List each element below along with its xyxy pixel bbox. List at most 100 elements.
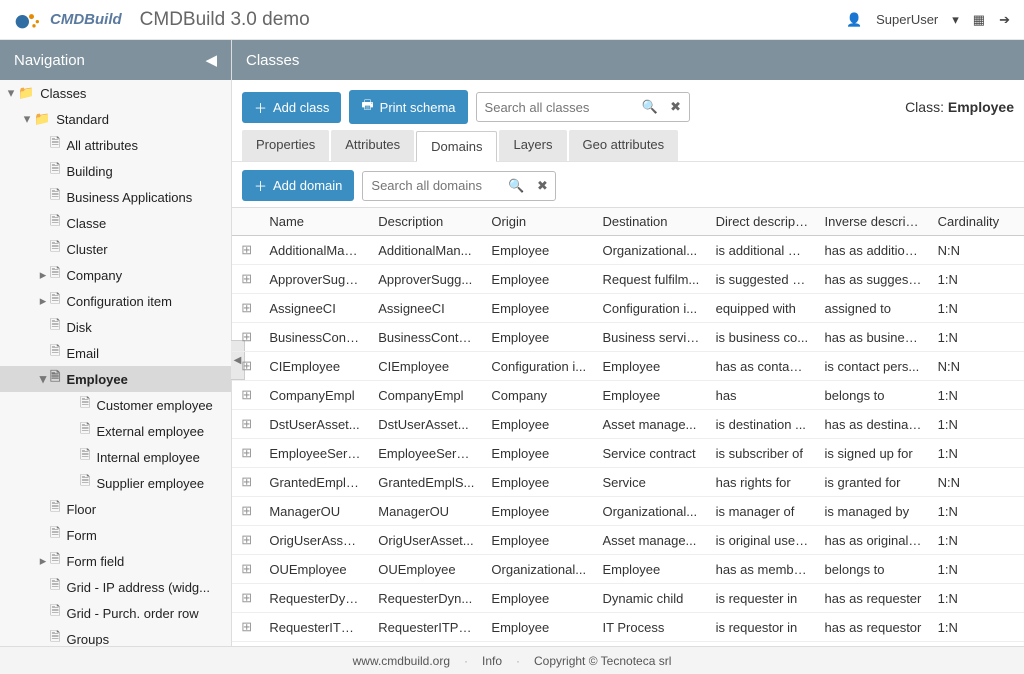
file-icon: 🗎 (80, 472, 90, 494)
clear-search-icon[interactable]: ✖ (663, 99, 689, 115)
footer-site-link[interactable]: www.cmdbuild.org (353, 654, 450, 668)
tree-toggle-icon[interactable]: ▸ (36, 553, 50, 569)
nav-tree-item[interactable]: 🗎Floor (0, 496, 231, 522)
footer-info-link[interactable]: Info (482, 654, 502, 668)
expand-row-icon[interactable]: ⊞ (232, 294, 261, 323)
table-row[interactable]: ⊞AssigneeCIAssigneeCIEmployeeConfigurati… (232, 294, 1024, 323)
column-header[interactable]: Description (370, 208, 483, 236)
grid-apps-icon[interactable]: ▦ (973, 12, 985, 28)
footer-copyright: Copyright © Tecnoteca srl (534, 654, 671, 668)
tab-layers[interactable]: Layers (499, 130, 566, 161)
logout-icon[interactable]: ➔ (999, 12, 1010, 28)
table-cell: Request fulfilm... (594, 265, 707, 294)
nav-tree-item[interactable]: 🗎Internal employee (0, 444, 231, 470)
expand-row-icon[interactable]: ⊞ (232, 555, 261, 584)
user-icon[interactable]: 👤 (846, 12, 862, 28)
column-header[interactable]: Origin (483, 208, 594, 236)
expand-row-icon[interactable]: ⊞ (232, 613, 261, 642)
expand-row-icon[interactable]: ⊞ (232, 526, 261, 555)
expand-row-icon[interactable]: ⊞ (232, 323, 261, 352)
nav-tree-item[interactable]: ▸🗎Form field (0, 548, 231, 574)
table-row[interactable]: ⊞RequesterDyn...RequesterDyn...EmployeeD… (232, 584, 1024, 613)
nav-tree-item[interactable]: ▸🗎Configuration item (0, 288, 231, 314)
tree-toggle-icon[interactable]: ▾ (20, 111, 34, 127)
add-class-button[interactable]: ＋ Add class (242, 92, 341, 123)
tree-toggle-icon[interactable]: ▾ (36, 371, 50, 387)
column-header[interactable]: Inverse descrip... (817, 208, 930, 236)
tree-toggle-icon[interactable]: ▸ (36, 293, 50, 309)
nav-tree-item[interactable]: 🗎Supplier employee (0, 470, 231, 496)
column-header[interactable]: Name (261, 208, 370, 236)
nav-tree-item[interactable]: 🗎Email (0, 340, 231, 366)
nav-tree-item[interactable]: 🗎Business Applications (0, 184, 231, 210)
expand-row-icon[interactable]: ⊞ (232, 236, 261, 265)
table-row[interactable]: ⊞AdditionalMan...AdditionalMan...Employe… (232, 236, 1024, 265)
tab-geo-attributes[interactable]: Geo attributes (569, 130, 679, 161)
nav-tree-item[interactable]: 🗎Building (0, 158, 231, 184)
expand-row-icon[interactable]: ⊞ (232, 439, 261, 468)
content-title: Classes (246, 52, 299, 69)
table-row[interactable]: ⊞EmployeeServi...EmployeeServi...Employe… (232, 439, 1024, 468)
print-schema-button[interactable]: 🖶 Print schema (349, 90, 467, 124)
table-row[interactable]: ⊞RequesterITProcRequesterITProcEmployeeI… (232, 613, 1024, 642)
nav-tree-scroll[interactable]: ▾📁Classes▾📁Standard🗎All attributes🗎Build… (0, 80, 231, 646)
search-icon[interactable]: 🔍 (503, 178, 529, 194)
table-cell: ApproverSugg... (370, 265, 483, 294)
table-row[interactable]: ⊞BusinessConta...BusinessConta...Employe… (232, 323, 1024, 352)
tree-toggle-icon[interactable]: ▾ (4, 85, 18, 101)
expand-row-icon[interactable]: ⊞ (232, 410, 261, 439)
nav-tree-item[interactable]: 🗎Cluster (0, 236, 231, 262)
column-header[interactable]: Direct descript... (708, 208, 817, 236)
nav-tree-item[interactable]: 🗎Customer employee (0, 392, 231, 418)
search-classes-input[interactable] (477, 100, 637, 115)
expand-row-icon[interactable]: ⊞ (232, 497, 261, 526)
search-icon[interactable]: 🔍 (637, 99, 663, 115)
table-row[interactable]: ⊞DstUserAsset...DstUserAsset...EmployeeA… (232, 410, 1024, 439)
nav-tree-item[interactable]: 🗎Form (0, 522, 231, 548)
table-row[interactable]: ⊞OrigUserAsset...OrigUserAsset...Employe… (232, 526, 1024, 555)
expand-row-icon[interactable]: ⊞ (232, 584, 261, 613)
expand-row-icon[interactable]: ⊞ (232, 381, 261, 410)
search-domains-input[interactable] (363, 178, 503, 193)
tab-properties[interactable]: Properties (242, 130, 329, 161)
tree-toggle-icon[interactable]: ▸ (36, 267, 50, 283)
nav-tree-item[interactable]: ▾📁Standard (0, 106, 231, 132)
nav-tree-item[interactable]: 🗎Grid - IP address (widg... (0, 574, 231, 600)
table-cell: DstUserAsset... (261, 410, 370, 439)
tree-label: Grid - Purch. order row (66, 606, 198, 621)
clear-search-icon[interactable]: ✖ (529, 178, 555, 194)
expand-row-icon[interactable]: ⊞ (232, 265, 261, 294)
nav-tree-item[interactable]: 🗎Classe (0, 210, 231, 236)
footer: www.cmdbuild.org · Info · Copyright © Te… (0, 646, 1024, 674)
logo: CMDBuild (14, 9, 122, 31)
table-row[interactable]: ⊞GrantedEmplS...GrantedEmplS...EmployeeS… (232, 468, 1024, 497)
table-row[interactable]: ⊞ManagerOUManagerOUEmployeeOrganizationa… (232, 497, 1024, 526)
table-row[interactable]: ⊞CIEmployeeCIEmployeeConfiguration i...E… (232, 352, 1024, 381)
nav-tree-item[interactable]: 🗎Grid - Purch. order row (0, 600, 231, 626)
nav-tree-item[interactable]: 🗎External employee (0, 418, 231, 444)
table-cell: is managed by (817, 497, 930, 526)
collapse-nav-icon[interactable]: ◀ (205, 51, 217, 69)
expand-row-icon[interactable]: ⊞ (232, 352, 261, 381)
table-row[interactable]: ⊞ApproverSugg...ApproverSugg...EmployeeR… (232, 265, 1024, 294)
column-header[interactable]: Destination (594, 208, 707, 236)
domains-grid-scroll[interactable]: NameDescriptionOriginDestinationDirect d… (232, 208, 1024, 646)
nav-tree-item[interactable]: 🗎Disk (0, 314, 231, 340)
table-row[interactable]: ⊞OUEmployeeOUEmployeeOrganizational...Em… (232, 555, 1024, 584)
logo-icon (14, 9, 44, 31)
tab-domains[interactable]: Domains (416, 131, 497, 162)
nav-tree-item[interactable]: ▾🗎Employee (0, 366, 231, 392)
add-domain-button[interactable]: ＋ Add domain (242, 170, 354, 201)
tree-label: All attributes (66, 138, 138, 153)
table-row[interactable]: ⊞CompanyEmplCompanyEmplCompanyEmployeeha… (232, 381, 1024, 410)
nav-tree-item[interactable]: 🗎Groups (0, 626, 231, 646)
column-header[interactable]: Cardinality (930, 208, 1024, 236)
tab-attributes[interactable]: Attributes (331, 130, 414, 161)
expand-row-icon[interactable]: ⊞ (232, 468, 261, 497)
nav-tree-item[interactable]: ▸🗎Company (0, 262, 231, 288)
user-menu-caret-icon[interactable]: ▾ (952, 12, 959, 28)
nav-tree-item[interactable]: ▾📁Classes (0, 80, 231, 106)
table-cell: Asset manage... (594, 410, 707, 439)
nav-tree-item[interactable]: 🗎All attributes (0, 132, 231, 158)
user-name[interactable]: SuperUser (876, 12, 938, 27)
